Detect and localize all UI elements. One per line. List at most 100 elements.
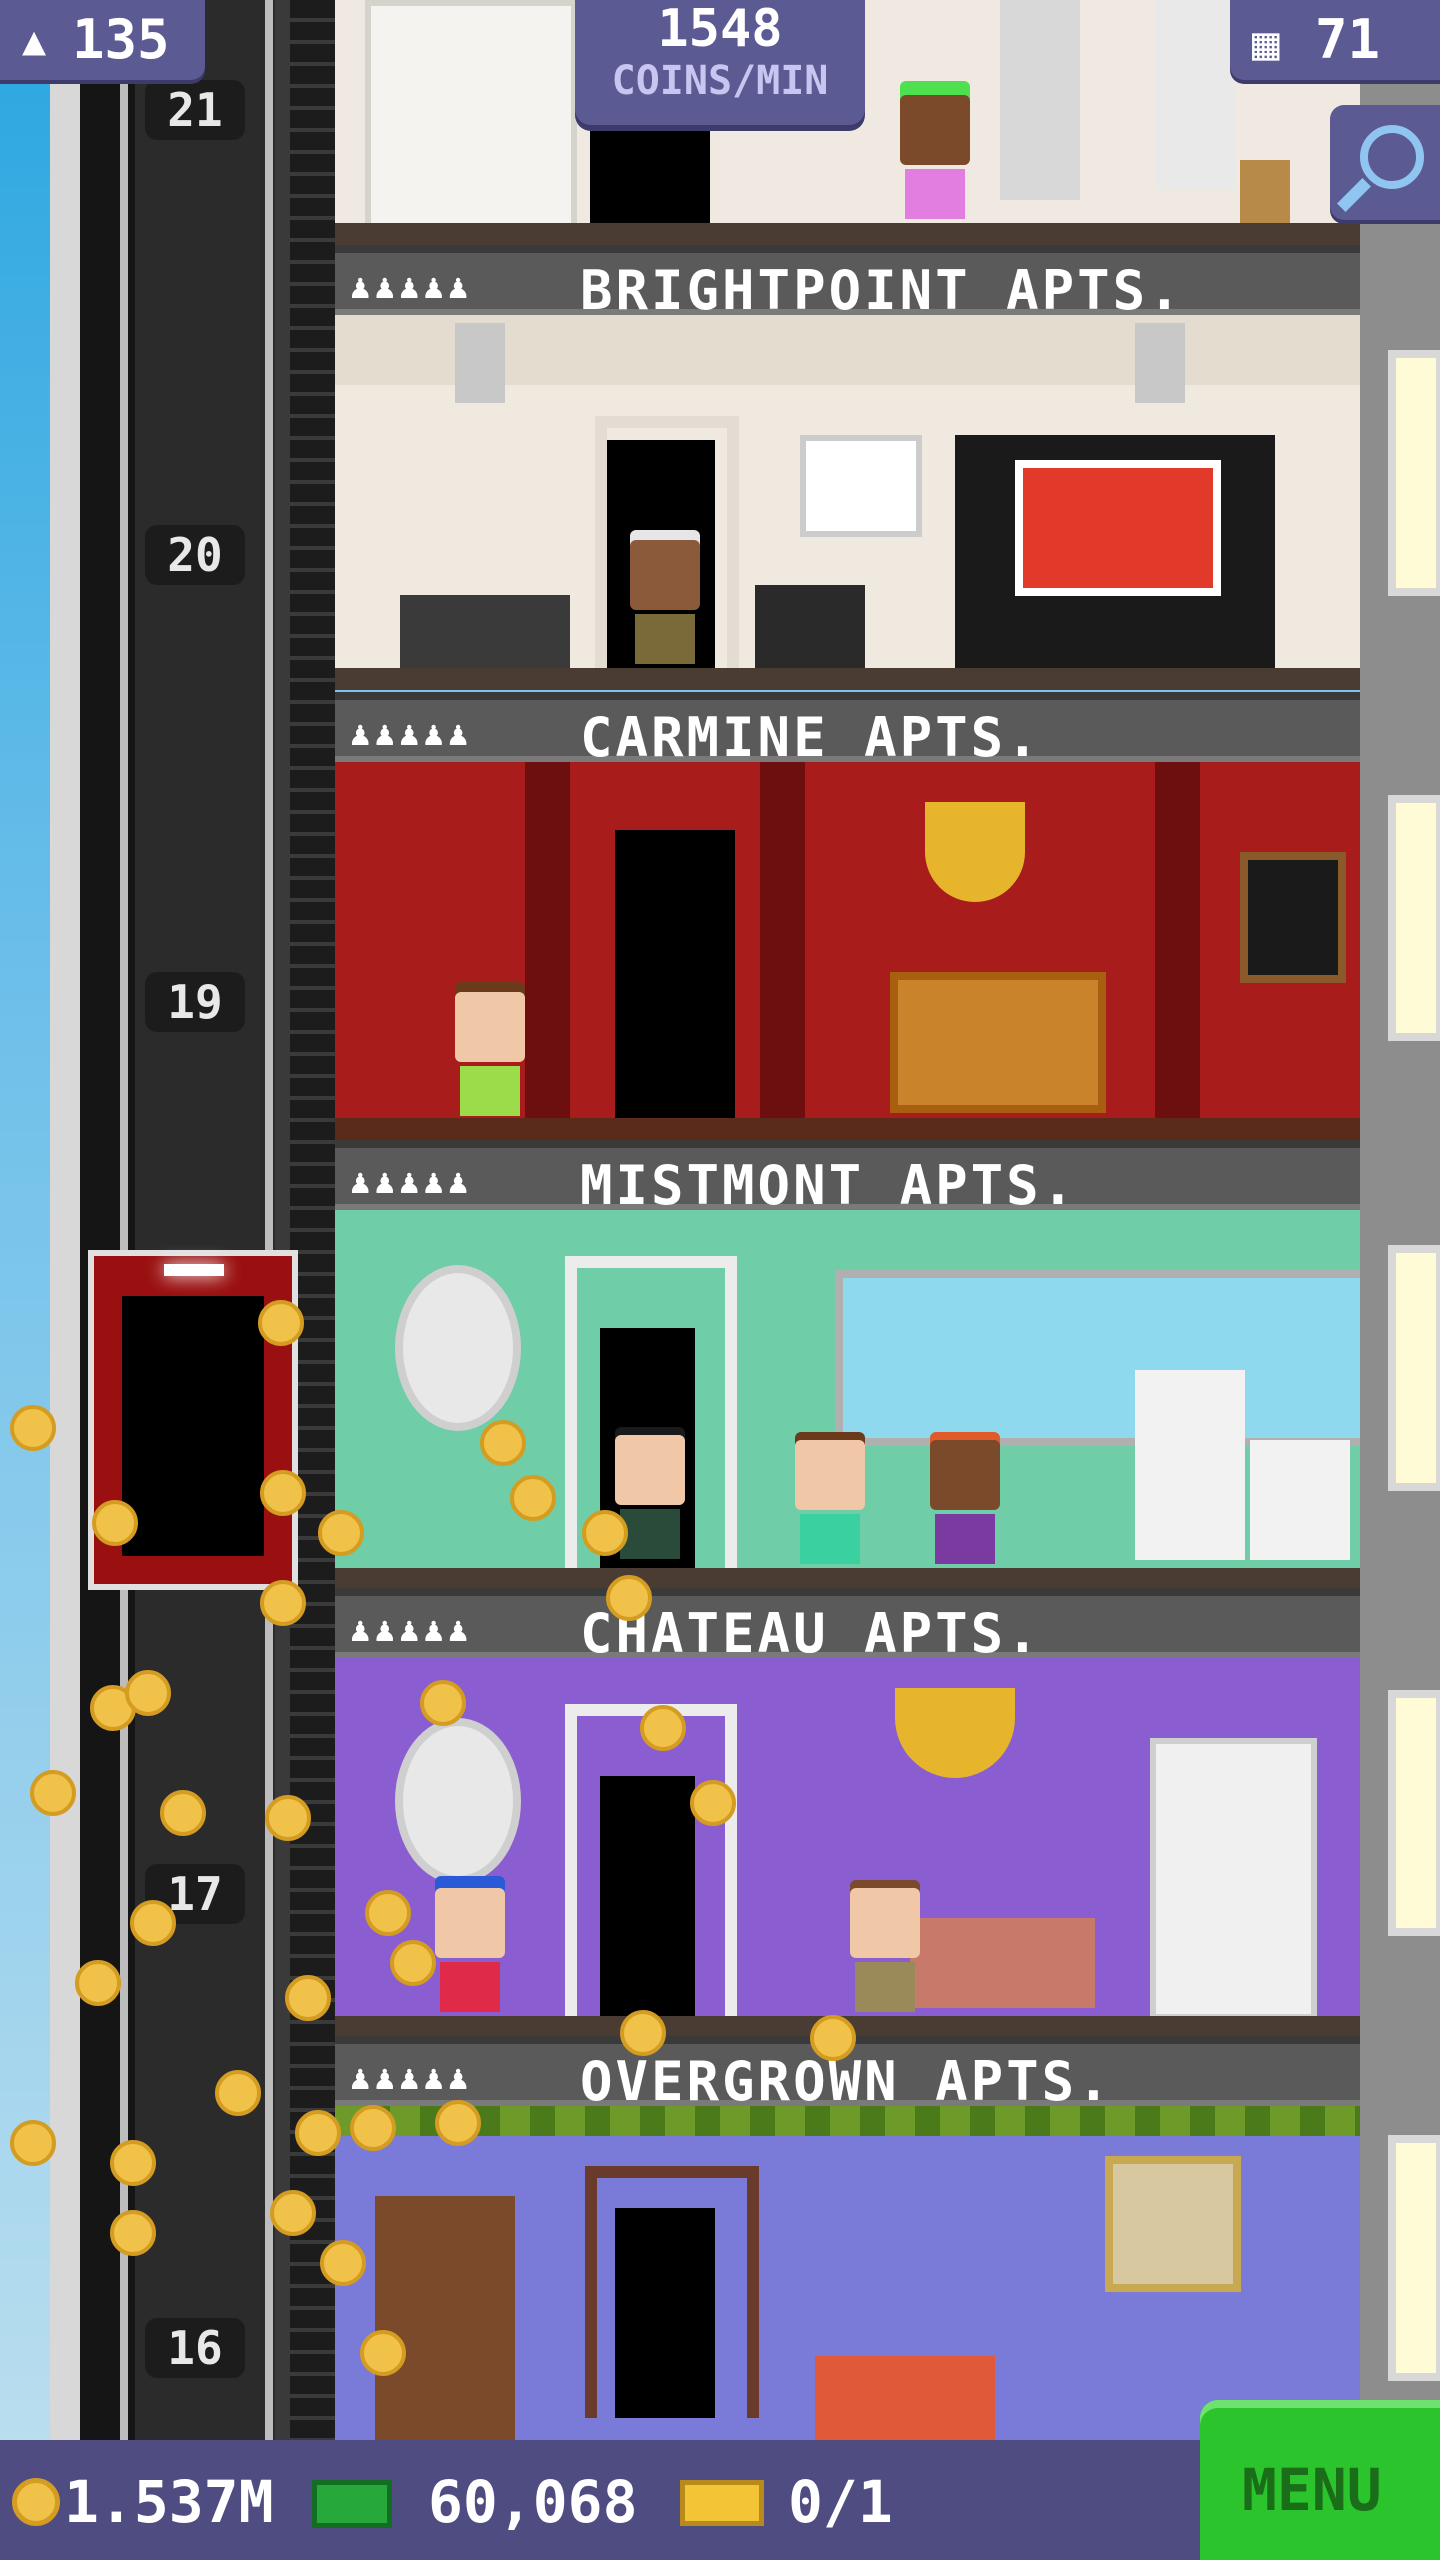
pillar — [1155, 762, 1200, 1140]
coin[interactable] — [92, 1500, 138, 1546]
resident-head — [630, 540, 700, 610]
coin[interactable] — [10, 2120, 56, 2166]
coin[interactable] — [810, 2015, 856, 2061]
coin[interactable] — [260, 1580, 306, 1626]
elevator-light — [164, 1264, 224, 1276]
coin[interactable] — [30, 1770, 76, 1816]
chandelier — [925, 802, 1025, 902]
resident-body — [635, 614, 695, 664]
resident-body — [440, 1962, 500, 2012]
coin[interactable] — [420, 1680, 466, 1726]
vines — [335, 2106, 1360, 2136]
coin[interactable] — [320, 2240, 366, 2286]
dining-table — [400, 595, 570, 675]
room-floor — [335, 1568, 1360, 1590]
resident-body — [800, 1514, 860, 1564]
floor-label-chateau[interactable]: ♟♟♟♟♟ CHATEAU APTS. — [335, 1588, 1360, 1665]
floor-counter[interactable]: ▦ 71 — [1230, 0, 1440, 80]
floor-17-room[interactable] — [335, 1658, 1360, 2038]
coin[interactable] — [360, 2330, 406, 2376]
bookshelf — [365, 0, 577, 232]
floor-label-brightpoint[interactable]: ♟♟♟♟♟ BRIGHTPOINT APTS. — [335, 245, 1360, 322]
floor-20-room[interactable] — [335, 315, 1360, 690]
resident-head — [850, 1888, 920, 1958]
coin-balance: 1.537M — [64, 2468, 274, 2536]
coin[interactable] — [265, 1795, 311, 1841]
coin[interactable] — [75, 1960, 121, 2006]
window-light — [1388, 1245, 1440, 1491]
floor-label-mistmont[interactable]: ♟♟♟♟♟ MISTMONT APTS. — [335, 1140, 1360, 1217]
floor-number-19: 19 — [145, 972, 245, 1032]
resident-body — [905, 169, 965, 219]
coin[interactable] — [480, 1420, 526, 1466]
coin[interactable] — [130, 1900, 176, 1946]
coin[interactable] — [110, 2210, 156, 2256]
wall-painting — [800, 435, 922, 537]
sky — [0, 0, 50, 2560]
ceiling-lamp — [455, 323, 505, 403]
ceiling-lamp — [1135, 323, 1185, 403]
coin[interactable] — [350, 2105, 396, 2151]
coin[interactable] — [640, 1705, 686, 1751]
floor-19-room[interactable] — [335, 762, 1360, 1140]
occupancy-dots: ♟♟♟♟♟ — [350, 1610, 473, 1650]
coin[interactable] — [582, 1510, 628, 1556]
coin[interactable] — [260, 1470, 306, 1516]
coin[interactable] — [125, 1670, 171, 1716]
coin[interactable] — [390, 1940, 436, 1986]
coin[interactable] — [318, 1510, 364, 1556]
coin[interactable] — [215, 2070, 261, 2116]
resident[interactable] — [845, 1888, 925, 2012]
population-counter[interactable]: ▲ 135 — [0, 0, 205, 80]
coin-rate-panel[interactable]: 1548 COINS/MIN — [575, 0, 865, 125]
room-door — [590, 113, 710, 223]
elevator-door — [122, 1296, 264, 1556]
coin[interactable] — [295, 2110, 341, 2156]
window-light — [1388, 795, 1440, 1041]
coin[interactable] — [258, 1300, 304, 1346]
floor-16-room[interactable] — [335, 2106, 1360, 2440]
coin[interactable] — [510, 1475, 556, 1521]
floor-name: CHATEAU APTS. — [580, 1602, 1042, 1665]
coin[interactable] — [435, 2100, 481, 2146]
zoom-button[interactable] — [1330, 105, 1440, 220]
coin[interactable] — [10, 1405, 56, 1451]
window — [835, 1270, 1360, 1446]
oval-mirror — [395, 1265, 521, 1431]
resident[interactable] — [450, 992, 530, 1116]
stereo — [755, 585, 865, 675]
floor-lamp — [1000, 0, 1080, 200]
resident-body — [620, 1509, 680, 1559]
occupancy-dots: ♟♟♟♟♟ — [350, 2058, 473, 2098]
coin[interactable] — [620, 2010, 666, 2056]
pillar — [760, 762, 805, 1140]
resident[interactable] — [790, 1440, 870, 1564]
room-door — [615, 2208, 715, 2418]
tv-screen — [1015, 460, 1221, 596]
magnifier-handle — [1337, 178, 1371, 212]
resident[interactable] — [625, 540, 705, 664]
coin[interactable] — [606, 1575, 652, 1621]
menu-button[interactable]: MENU — [1200, 2400, 1440, 2560]
room-door — [600, 1776, 695, 2016]
resident[interactable] — [895, 95, 975, 219]
coin[interactable] — [365, 1890, 411, 1936]
resident-body — [855, 1962, 915, 2012]
wall-painting — [1240, 852, 1346, 983]
coin[interactable] — [690, 1780, 736, 1826]
coin[interactable] — [160, 1790, 206, 1836]
resident[interactable] — [430, 1888, 510, 2012]
building-icon: ▦ — [1252, 16, 1280, 70]
coin[interactable] — [285, 1975, 331, 2021]
floor-18-room[interactable] — [335, 1210, 1360, 1590]
coin[interactable] — [270, 2190, 316, 2236]
window-light — [1388, 350, 1440, 596]
resident-head — [900, 95, 970, 165]
resident[interactable] — [925, 1440, 1005, 1564]
resident-head — [455, 992, 525, 1062]
tower-right-edge — [1360, 0, 1440, 2440]
tower-bux-balance: 60,068 — [428, 2468, 638, 2536]
floor-label-carmine[interactable]: ♟♟♟♟♟ CARMINE APTS. — [335, 692, 1360, 769]
coin[interactable] — [110, 2140, 156, 2186]
floor-count-value: 71 — [1315, 8, 1381, 71]
